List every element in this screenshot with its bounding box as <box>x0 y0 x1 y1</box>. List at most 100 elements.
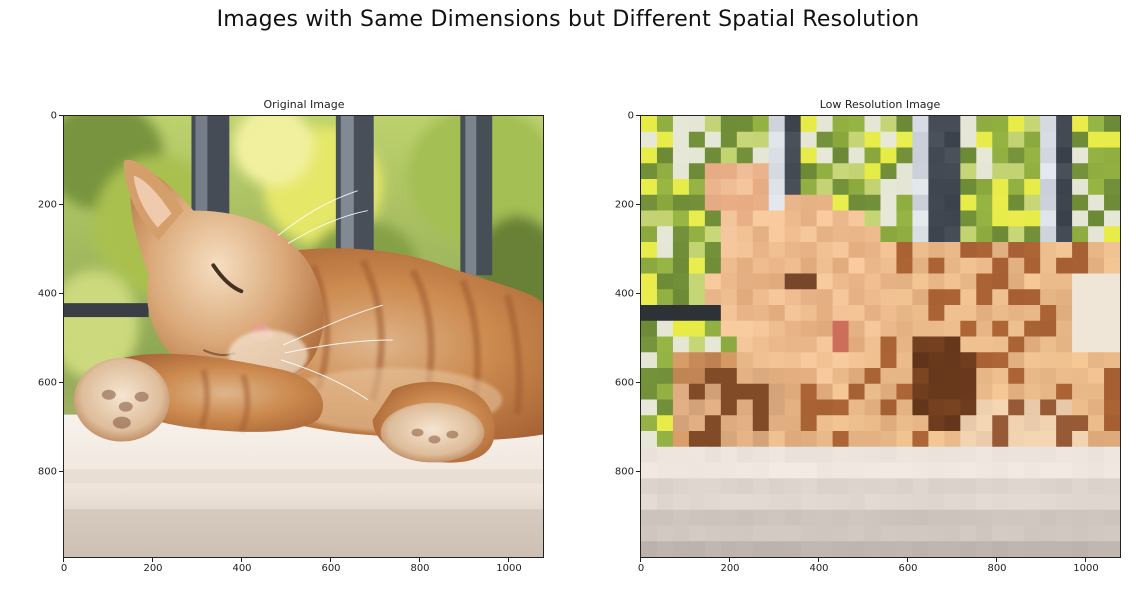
pixel-block <box>641 383 658 401</box>
pixel-block <box>1056 289 1073 306</box>
pixel-block <box>944 289 961 306</box>
pixel-block <box>928 163 945 180</box>
pixel-block <box>672 336 690 353</box>
pixel-block <box>800 179 818 196</box>
pixel-block <box>704 431 722 448</box>
pixel-block <box>656 257 674 275</box>
pixel-block <box>641 241 658 259</box>
pixel-block <box>880 462 898 479</box>
y-tick-mark <box>59 204 63 205</box>
pixel-block <box>1008 194 1025 212</box>
pixel-block <box>1056 179 1073 196</box>
pixel-block <box>832 478 850 495</box>
pixel-block <box>816 383 834 401</box>
pixel-block <box>641 367 658 385</box>
pixel-block <box>880 493 898 511</box>
pixel-block <box>688 210 706 227</box>
pixel-block <box>896 179 914 196</box>
pixel-block <box>1040 367 1057 385</box>
pixel-block <box>1104 336 1120 353</box>
pixel-block <box>1008 210 1025 227</box>
y-tick-label: 600 <box>614 377 634 389</box>
pixel-block <box>736 241 754 259</box>
pixel-block <box>896 273 914 290</box>
pixel-block <box>768 383 786 401</box>
pixel-block <box>736 431 754 448</box>
pixel-block <box>896 131 914 149</box>
pixel-block <box>1024 367 1041 385</box>
pixel-block <box>672 241 690 259</box>
pixel-block <box>976 305 993 322</box>
pixel-block <box>864 383 882 401</box>
pixel-block <box>944 210 961 227</box>
pixel-block <box>1088 336 1105 353</box>
y-tick-label: 0 <box>50 110 57 122</box>
pixel-block <box>800 399 818 416</box>
pixel-block <box>880 289 898 306</box>
pixel-block <box>1040 493 1057 511</box>
pixel-block <box>912 289 929 306</box>
pixel-block <box>656 399 674 416</box>
pixel-block <box>784 257 802 275</box>
pixel-block <box>832 210 850 227</box>
pixel-block <box>864 509 882 527</box>
pixel-block <box>848 289 866 306</box>
pixel-block <box>1008 131 1025 149</box>
pixel-block <box>912 399 929 416</box>
pixel-block <box>832 336 850 353</box>
pixel-block <box>768 305 786 322</box>
pixel-block <box>800 210 818 227</box>
pixel-block <box>688 525 706 542</box>
pixel-block <box>1024 431 1041 448</box>
pixel-block <box>1008 305 1025 322</box>
x-tick-label: 0 <box>637 563 645 574</box>
pixel-block <box>848 210 866 227</box>
pixel-block <box>880 509 898 527</box>
pixel-block <box>784 273 802 290</box>
pixel-block <box>928 541 945 557</box>
pixel-block <box>864 226 882 243</box>
pixel-block <box>720 210 738 227</box>
pixel-block <box>720 525 738 542</box>
pixel-block <box>752 320 770 338</box>
pixel-block <box>688 116 706 133</box>
pixel-block <box>832 194 850 212</box>
pixel-block <box>960 210 977 227</box>
pixel-block <box>1104 163 1120 180</box>
pixel-block <box>928 226 945 243</box>
pixel-block <box>641 147 658 164</box>
pixel-block <box>944 163 961 180</box>
pixel-block <box>1040 399 1057 416</box>
pixel-block <box>848 336 866 353</box>
pixel-block <box>736 257 754 275</box>
pixel-block <box>960 273 977 290</box>
pixel-block <box>944 541 961 557</box>
pixel-block <box>1040 431 1057 448</box>
pixel-block <box>976 478 993 495</box>
pixel-block <box>1104 320 1120 338</box>
pixel-block <box>928 493 945 511</box>
pixel-block <box>864 194 882 212</box>
pixel-block <box>672 163 690 180</box>
pixel-block <box>752 509 770 527</box>
pixel-block <box>1104 525 1120 542</box>
pixel-block <box>880 336 898 353</box>
pixel-block <box>720 163 738 180</box>
pixel-block <box>768 493 786 511</box>
pixel-block <box>768 116 786 133</box>
pixel-block <box>896 147 914 164</box>
pixel-block <box>688 289 706 306</box>
pixel-block <box>912 147 929 164</box>
pixel-block <box>1104 210 1120 227</box>
pixel-block <box>1024 226 1041 243</box>
pixelated-cat-photo <box>641 116 1120 557</box>
pixel-block <box>736 352 754 369</box>
pixel-block <box>864 320 882 338</box>
pixel-block <box>960 525 977 542</box>
low-resolution-image <box>640 115 1121 558</box>
pixel-block <box>960 462 977 479</box>
pixel-block <box>656 462 674 479</box>
pixel-block <box>688 493 706 511</box>
x-tick-label: 1000 <box>1073 563 1099 574</box>
pixel-block <box>832 525 850 542</box>
